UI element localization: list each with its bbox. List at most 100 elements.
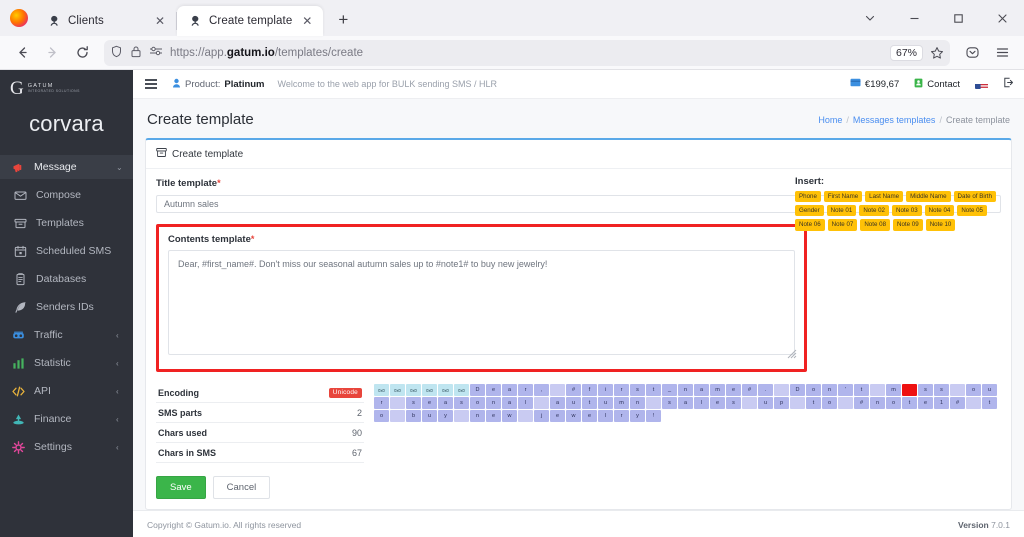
sidebar-item-compose[interactable]: Compose bbox=[0, 183, 133, 207]
chart-icon bbox=[12, 357, 25, 370]
code-icon bbox=[12, 385, 25, 398]
sidebar-item-traffic[interactable]: Traffic ‹ bbox=[0, 323, 133, 347]
contents-template-highlight-box: Contents template* bbox=[156, 224, 807, 372]
insert-tag-note-05[interactable]: Note 05 bbox=[957, 205, 987, 217]
forward-button-icon[interactable] bbox=[38, 39, 66, 67]
close-window-icon[interactable] bbox=[980, 0, 1024, 36]
sidebar-item-databases[interactable]: Databases bbox=[0, 267, 133, 291]
maximize-icon[interactable] bbox=[936, 0, 980, 36]
char-cell: a bbox=[550, 397, 565, 409]
feather-icon bbox=[14, 301, 27, 314]
wallet-icon bbox=[850, 78, 861, 90]
char-cell: # bbox=[854, 397, 869, 409]
insert-tag-last-name[interactable]: Last Name bbox=[865, 191, 904, 203]
breadcrumb-separator: / bbox=[939, 114, 942, 125]
char-cell: o bbox=[822, 397, 837, 409]
product-label: Product: bbox=[185, 78, 221, 90]
footer-version-value: 7.0.1 bbox=[991, 520, 1010, 530]
browser-navigation-bar: https://app.gatum.io/templates/create 67… bbox=[0, 36, 1024, 70]
char-cell-null: 0x0 bbox=[390, 384, 405, 396]
us-flag-icon[interactable] bbox=[975, 80, 988, 89]
sidebar-item-finance[interactable]: Finance ‹ bbox=[0, 407, 133, 431]
insert-tag-phone[interactable]: Phone bbox=[795, 191, 821, 203]
sidebar-item-scheduled-sms[interactable]: Scheduled SMS bbox=[0, 239, 133, 263]
footer-copyright: Copyright © Gatum.io. All rights reserve… bbox=[147, 520, 302, 530]
char-cell: w bbox=[502, 410, 517, 422]
chevron-left-icon: ‹ bbox=[116, 330, 119, 340]
sidebar-item-senders-ids[interactable]: Senders IDs bbox=[0, 295, 133, 319]
lock-icon[interactable] bbox=[130, 45, 142, 61]
sidebar-item-templates[interactable]: Templates bbox=[0, 211, 133, 235]
breadcrumb-item-home[interactable]: Home bbox=[818, 115, 842, 125]
char-cell: u bbox=[758, 397, 773, 409]
url-bar[interactable]: https://app.gatum.io/templates/create 67… bbox=[104, 39, 950, 66]
insert-tag-date-of-birth[interactable]: Date of Birth bbox=[953, 191, 996, 203]
insert-tag-note-07[interactable]: Note 07 bbox=[827, 219, 858, 231]
sidebar-item-statistic[interactable]: Statistic ‹ bbox=[0, 351, 133, 375]
char-cell: a bbox=[438, 397, 453, 409]
insert-tag-middle-name[interactable]: Middle Name bbox=[906, 191, 951, 203]
char-cell: a bbox=[502, 397, 517, 409]
close-icon[interactable]: ✕ bbox=[152, 13, 168, 29]
gatum-logo[interactable]: G GATUM INTEGRATED SOLUTIONS bbox=[0, 76, 133, 98]
char-cell: e bbox=[918, 397, 933, 409]
sidebar-item-api[interactable]: API ‹ bbox=[0, 379, 133, 403]
back-button-icon[interactable] bbox=[8, 39, 36, 67]
tab-list-chevron-down-icon[interactable] bbox=[848, 0, 892, 36]
browser-tab-clients[interactable]: Clients ✕ bbox=[36, 6, 176, 36]
insert-tag-note-08[interactable]: Note 08 bbox=[860, 219, 891, 231]
char-cell: t bbox=[646, 384, 661, 396]
contents-template-textarea[interactable] bbox=[168, 250, 795, 355]
page-viewport: G GATUM INTEGRATED SOLUTIONS corvara Mes… bbox=[0, 70, 1024, 537]
char-cell: m bbox=[710, 384, 725, 396]
page-header: Create template Home / Messages template… bbox=[133, 99, 1024, 138]
char-cell bbox=[870, 384, 885, 396]
char-cell: u bbox=[566, 397, 581, 409]
insert-tag-note-01[interactable]: Note 01 bbox=[826, 205, 857, 217]
char-cell: l bbox=[694, 397, 709, 409]
insert-tag-note-03[interactable]: Note 03 bbox=[891, 205, 922, 217]
char-cell: r bbox=[614, 410, 629, 422]
balance-indicator[interactable]: €199,67 bbox=[850, 78, 899, 90]
contact-button[interactable]: Contact bbox=[914, 78, 960, 91]
sidebar-toggle-hamburger-icon[interactable] bbox=[143, 76, 159, 91]
insert-panel-title: Insert: bbox=[795, 176, 825, 187]
char-cell: p bbox=[774, 397, 789, 409]
stat-row-sms-parts: SMS parts 2 bbox=[156, 403, 364, 423]
save-button[interactable]: Save bbox=[156, 476, 206, 499]
sidebar-item-label: Compose bbox=[36, 189, 81, 201]
hamburger-menu-icon[interactable] bbox=[988, 39, 1016, 67]
close-icon[interactable]: ✕ bbox=[299, 13, 315, 29]
insert-tag-note-10[interactable]: Note 10 bbox=[925, 219, 956, 231]
new-tab-button[interactable]: + bbox=[329, 6, 357, 34]
char-cell: l bbox=[598, 410, 613, 422]
cancel-button[interactable]: Cancel bbox=[212, 476, 271, 499]
url-prefix: https://app. bbox=[170, 46, 227, 59]
char-cell: e bbox=[550, 410, 565, 422]
breadcrumb-item-messages-templates[interactable]: Messages templates bbox=[853, 115, 936, 125]
sidebar-item-settings[interactable]: Settings ‹ bbox=[0, 435, 133, 459]
char-cell: o bbox=[806, 384, 821, 396]
pocket-icon[interactable] bbox=[958, 39, 986, 67]
logout-button[interactable] bbox=[1003, 77, 1014, 91]
shield-icon[interactable] bbox=[110, 45, 123, 61]
minimize-icon[interactable] bbox=[892, 0, 936, 36]
sidebar-item-label: Scheduled SMS bbox=[36, 245, 112, 257]
reload-button-icon[interactable] bbox=[68, 39, 96, 67]
zoom-level-indicator[interactable]: 67% bbox=[889, 44, 923, 61]
char-cell: t bbox=[902, 397, 917, 409]
tracker-protection-icon[interactable] bbox=[149, 45, 163, 60]
insert-tag-note-06[interactable]: Note 06 bbox=[795, 219, 825, 231]
char-cell bbox=[390, 397, 405, 409]
required-asterisk: * bbox=[250, 234, 255, 244]
char-cell: s bbox=[934, 384, 949, 396]
insert-tag-note-02[interactable]: Note 02 bbox=[859, 205, 889, 217]
browser-tab-create-template[interactable]: Create template ✕ bbox=[177, 6, 324, 36]
insert-tag-first-name[interactable]: First Name bbox=[823, 191, 863, 203]
insert-tag-gender[interactable]: Gender bbox=[795, 205, 824, 217]
insert-tag-note-09[interactable]: Note 09 bbox=[893, 219, 923, 231]
stat-key: Chars used bbox=[158, 427, 208, 438]
insert-tag-note-04[interactable]: Note 04 bbox=[924, 205, 955, 217]
sidebar-item-message[interactable]: Message ⌄ bbox=[0, 155, 133, 179]
star-icon[interactable] bbox=[930, 46, 944, 60]
